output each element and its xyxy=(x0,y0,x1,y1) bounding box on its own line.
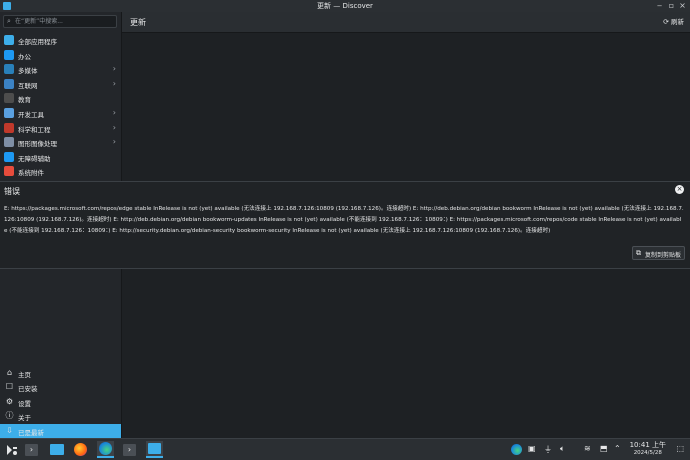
clock[interactable]: 10:41 上午 2024/5/28 xyxy=(630,441,666,457)
copy-icon: ⧉ xyxy=(636,249,641,257)
category-item[interactable]: 互联网 › xyxy=(0,77,121,92)
graphics-icon xyxy=(4,137,14,148)
accessibility-icon xyxy=(4,151,14,162)
nav-item[interactable]: ⌂ 主页 xyxy=(0,366,121,380)
tray-expand-icon[interactable]: ⌃ xyxy=(614,444,621,453)
category-item[interactable]: 开发工具 › xyxy=(0,106,121,121)
clock-time: 10:41 上午 xyxy=(629,441,666,449)
error-message: E: https://packages.microsoft.com/repos/… xyxy=(4,206,684,234)
nav-label: 设置 xyxy=(18,399,31,408)
app-launcher-icon[interactable] xyxy=(3,441,20,458)
minimize-icon[interactable]: ‒ xyxy=(655,1,664,10)
terminal-window-icon[interactable]: › xyxy=(121,441,138,458)
clock-date: 2024/5/28 xyxy=(633,450,662,456)
installed-icon: ☐ xyxy=(5,382,14,392)
science-icon xyxy=(4,122,14,133)
copy-to-clipboard-button[interactable]: ⧉ 复制到剪贴板 xyxy=(632,246,685,260)
category-list: 全部应用程序 办公多媒体 › 互联网 › 教育开发工具 › 科学和工程 › 图形图像处理 › 无障碍辅… xyxy=(0,33,121,179)
close-window-icon[interactable]: × xyxy=(678,1,687,10)
window-title: 更新 — Discover xyxy=(317,2,373,10)
usb-device-icon[interactable]: ⏚ xyxy=(544,444,552,455)
office-icon xyxy=(4,49,14,60)
nav-label: 已安装 xyxy=(18,385,38,394)
nav-item[interactable]: ⓘ 关于 xyxy=(0,409,121,423)
search-box[interactable]: ⌕ xyxy=(3,15,117,28)
terminal-icon[interactable]: › xyxy=(23,441,40,458)
settings-icon: ⚙ xyxy=(5,396,14,406)
refresh-label: 刷新 xyxy=(671,18,684,26)
category-item[interactable]: 教育 xyxy=(0,91,121,106)
page-header: 更新 ⟳ 刷新 xyxy=(122,12,690,33)
dev-tools-icon xyxy=(4,107,14,118)
home-icon: ⌂ xyxy=(6,368,13,377)
category-label: 办公 xyxy=(18,52,31,61)
clipboard-icon[interactable]: ▣ xyxy=(528,444,536,453)
education-icon xyxy=(4,93,14,104)
category-item[interactable]: 多媒体 › xyxy=(0,62,121,77)
taskbar: › › ▣ ⏚ 🔈︎ ≋ ⬒ ⌃ 10:41 上午 2024/5/28 ⬚ xyxy=(0,438,690,460)
nav-item[interactable]: ⇩ 已是最新 xyxy=(0,423,121,438)
category-item[interactable]: 图形图像处理 › xyxy=(0,135,121,150)
nav-label: 主页 xyxy=(18,371,31,379)
category-item[interactable]: 无障碍辅助 xyxy=(0,150,121,165)
internet-icon xyxy=(4,78,14,89)
volume-icon[interactable]: 🔈︎ xyxy=(560,444,565,454)
error-panel: 错误 × E: https://packages.microsoft.com/r… xyxy=(0,181,690,269)
up-to-date-icon: ⇩ xyxy=(6,425,13,435)
close-icon[interactable]: × xyxy=(675,185,684,194)
page-title: 更新 xyxy=(130,18,146,27)
category-item[interactable]: 全部应用程序 xyxy=(0,33,121,48)
chevron-right-icon: › xyxy=(112,78,116,88)
update-notification-icon[interactable]: ⬒ xyxy=(600,444,608,453)
error-title: 错误 xyxy=(4,187,20,196)
category-label: 图形图像处理 xyxy=(18,140,57,149)
chevron-right-icon: › xyxy=(112,107,116,117)
edge-tray-icon[interactable] xyxy=(511,444,522,455)
system-accessories-icon xyxy=(4,166,14,177)
nav-label: 关于 xyxy=(18,414,31,423)
category-label: 系统附件 xyxy=(18,169,44,178)
category-label: 无障碍辅助 xyxy=(18,154,51,163)
category-label: 开发工具 xyxy=(18,110,44,119)
chevron-right-icon: › xyxy=(112,137,116,147)
show-desktop-icon[interactable]: ⬚ xyxy=(676,444,684,453)
bottom-navigation: ⌂ 主页 ☐ 已安装 ⚙ 设置 ⓘ 关于 ⇩ 已是最新 xyxy=(0,366,121,438)
category-label: 互联网 xyxy=(18,81,38,90)
category-label: 全部应用程序 xyxy=(18,38,57,46)
discover-taskbar-icon[interactable] xyxy=(146,441,163,458)
nav-label: 已是最新 xyxy=(18,428,44,437)
chevron-right-icon: › xyxy=(112,64,116,74)
refresh-button[interactable]: ⟳ 刷新 xyxy=(663,16,684,27)
file-manager-icon[interactable] xyxy=(48,441,65,458)
category-item[interactable]: 系统附件 xyxy=(0,164,121,179)
edge-browser-icon[interactable] xyxy=(97,441,114,458)
refresh-icon: ⟳ xyxy=(663,18,669,26)
firefox-icon[interactable] xyxy=(72,441,89,458)
category-label: 科学和工程 xyxy=(18,125,51,134)
chevron-right-icon: › xyxy=(112,122,116,132)
nav-item[interactable]: ⚙ 设置 xyxy=(0,395,121,409)
search-input[interactable] xyxy=(15,17,113,26)
nav-item[interactable]: ☐ 已安装 xyxy=(0,380,121,394)
category-item[interactable]: 科学和工程 › xyxy=(0,121,121,136)
network-icon[interactable]: ≋ xyxy=(584,444,591,453)
category-label: 教育 xyxy=(18,96,31,105)
about-icon: ⓘ xyxy=(5,411,14,421)
copy-label: 复制到剪贴板 xyxy=(645,252,682,259)
maximize-icon[interactable]: ▫ xyxy=(667,1,676,10)
all-apps-icon xyxy=(4,35,14,45)
category-label: 多媒体 xyxy=(18,67,38,76)
search-icon: ⌕ xyxy=(7,17,11,25)
multimedia-icon xyxy=(4,64,14,75)
category-item[interactable]: 办公 xyxy=(0,48,121,63)
